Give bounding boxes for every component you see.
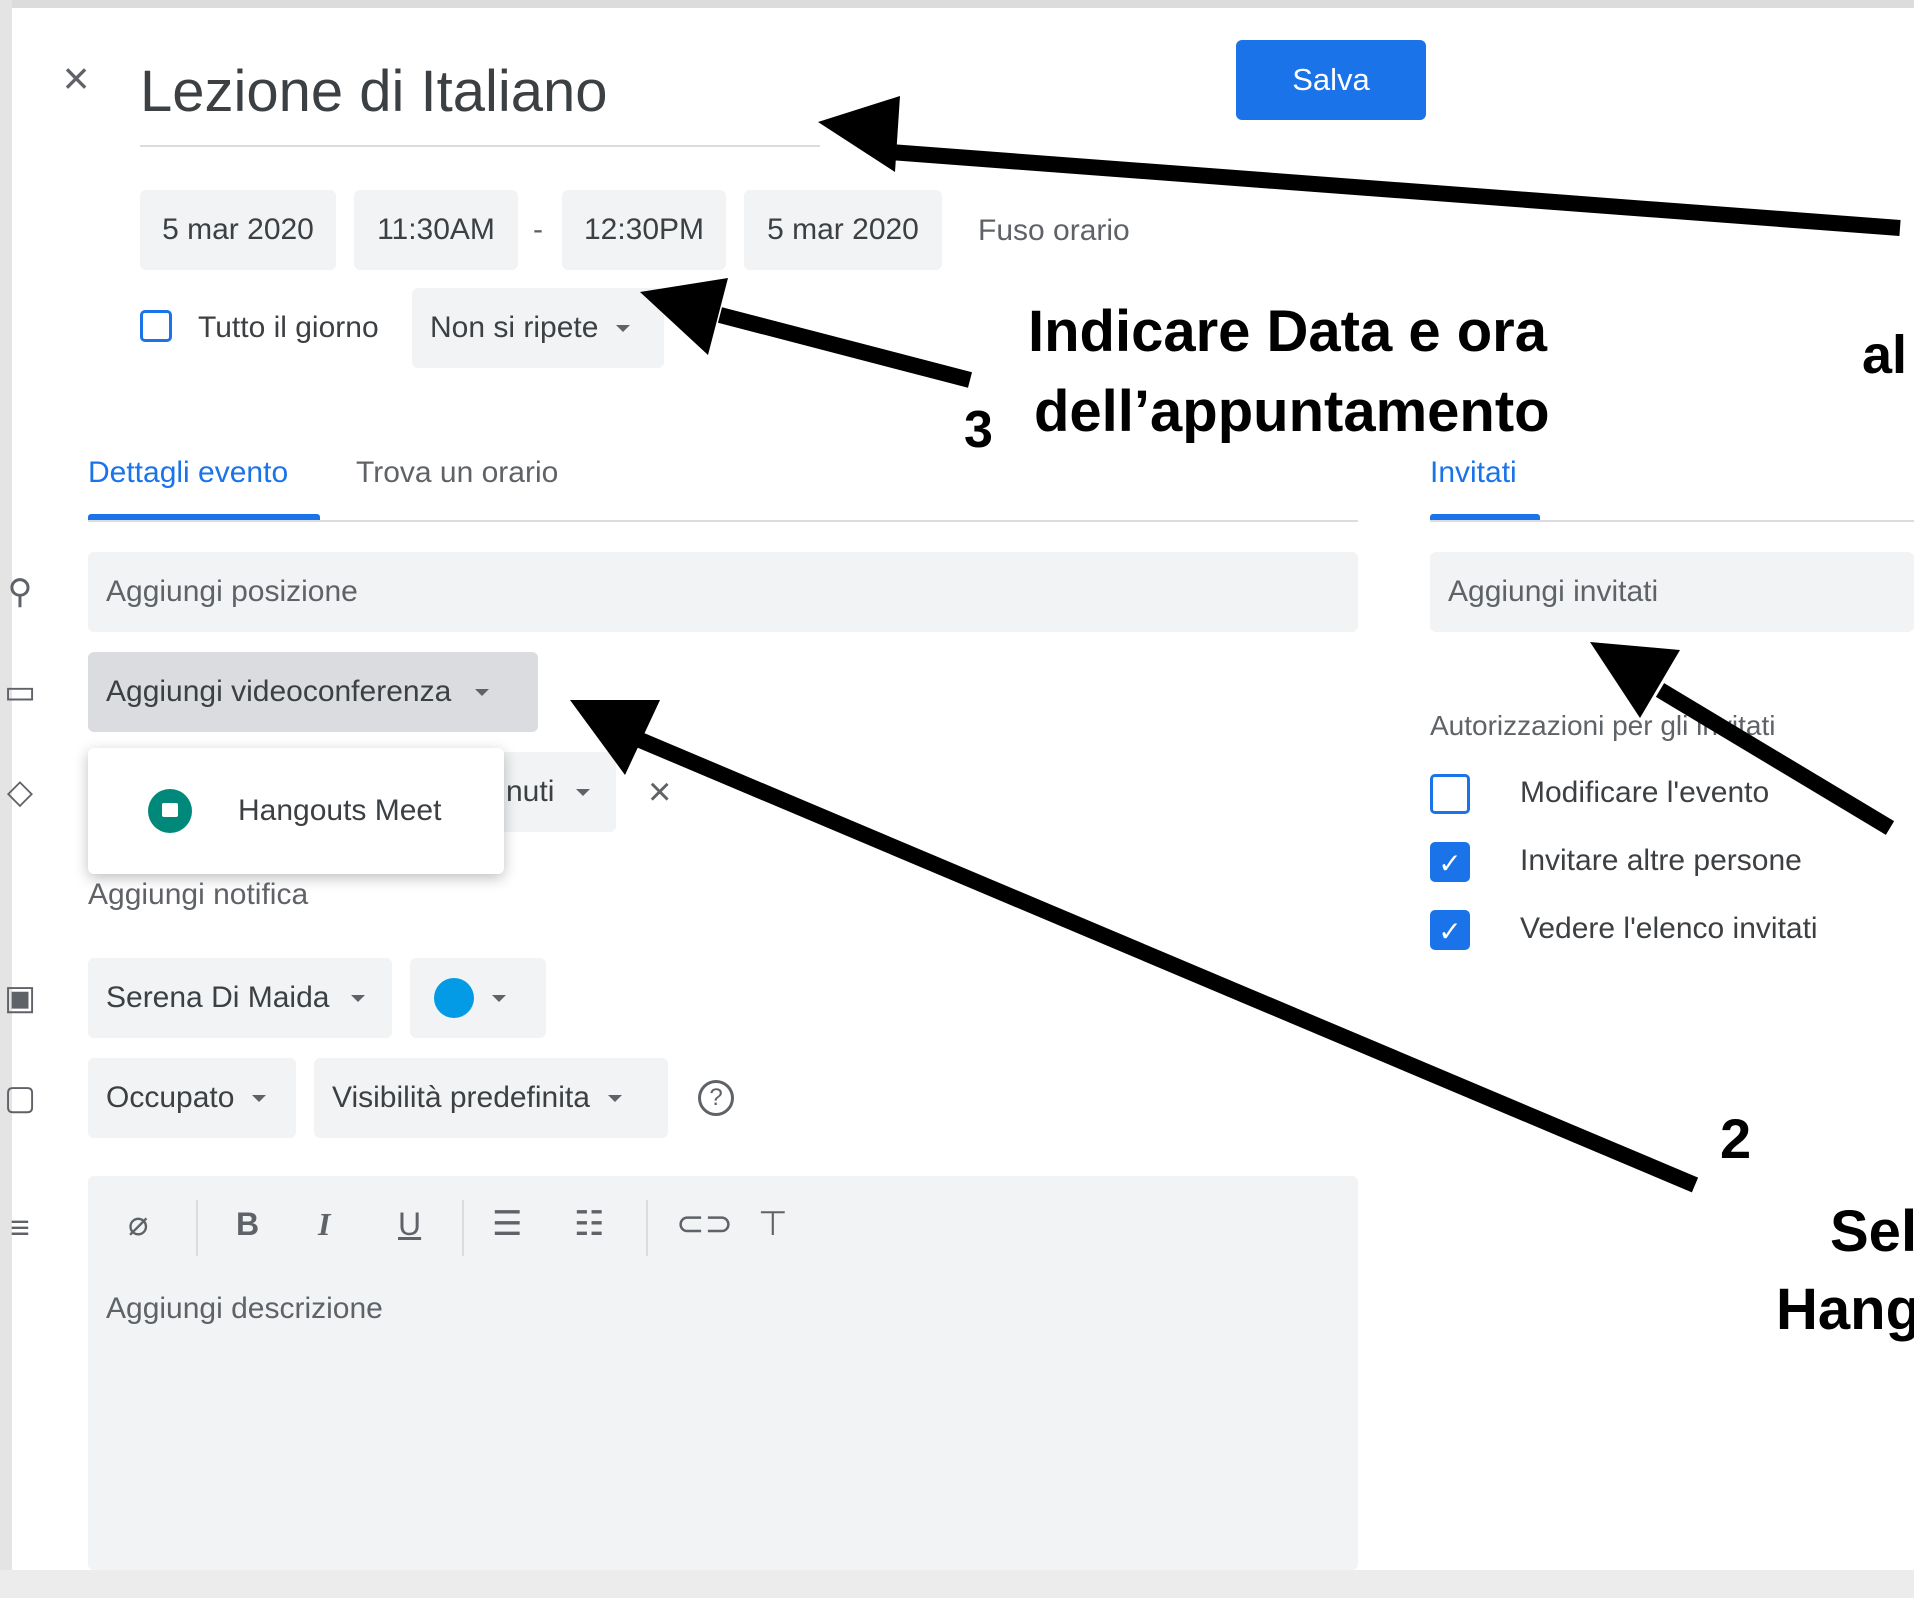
annotation-right-partial-sel: Sel xyxy=(1830,1199,1914,1264)
annotation-date-line1: Indicare Data e ora xyxy=(1028,299,1547,364)
annotation-date-line2: dell’appuntamento xyxy=(1034,379,1550,444)
annotation-step-2: 2 xyxy=(1720,1107,1752,1170)
arrow-to-guests xyxy=(1655,683,1895,835)
annotation-step-3: 3 xyxy=(964,401,993,459)
arrow-to-videoconference xyxy=(636,732,1699,1193)
arrow-to-title-head xyxy=(818,96,900,172)
arrow-to-date xyxy=(717,307,973,388)
arrow-to-title xyxy=(889,144,1901,236)
annotation-right-partial-hang: Hang xyxy=(1776,1277,1914,1342)
arrow-to-date-head xyxy=(640,278,728,355)
annotation-right-partial-al: al xyxy=(1862,325,1908,385)
arrow-to-guests-head xyxy=(1590,642,1680,718)
annotation-arrows xyxy=(570,96,1901,1193)
